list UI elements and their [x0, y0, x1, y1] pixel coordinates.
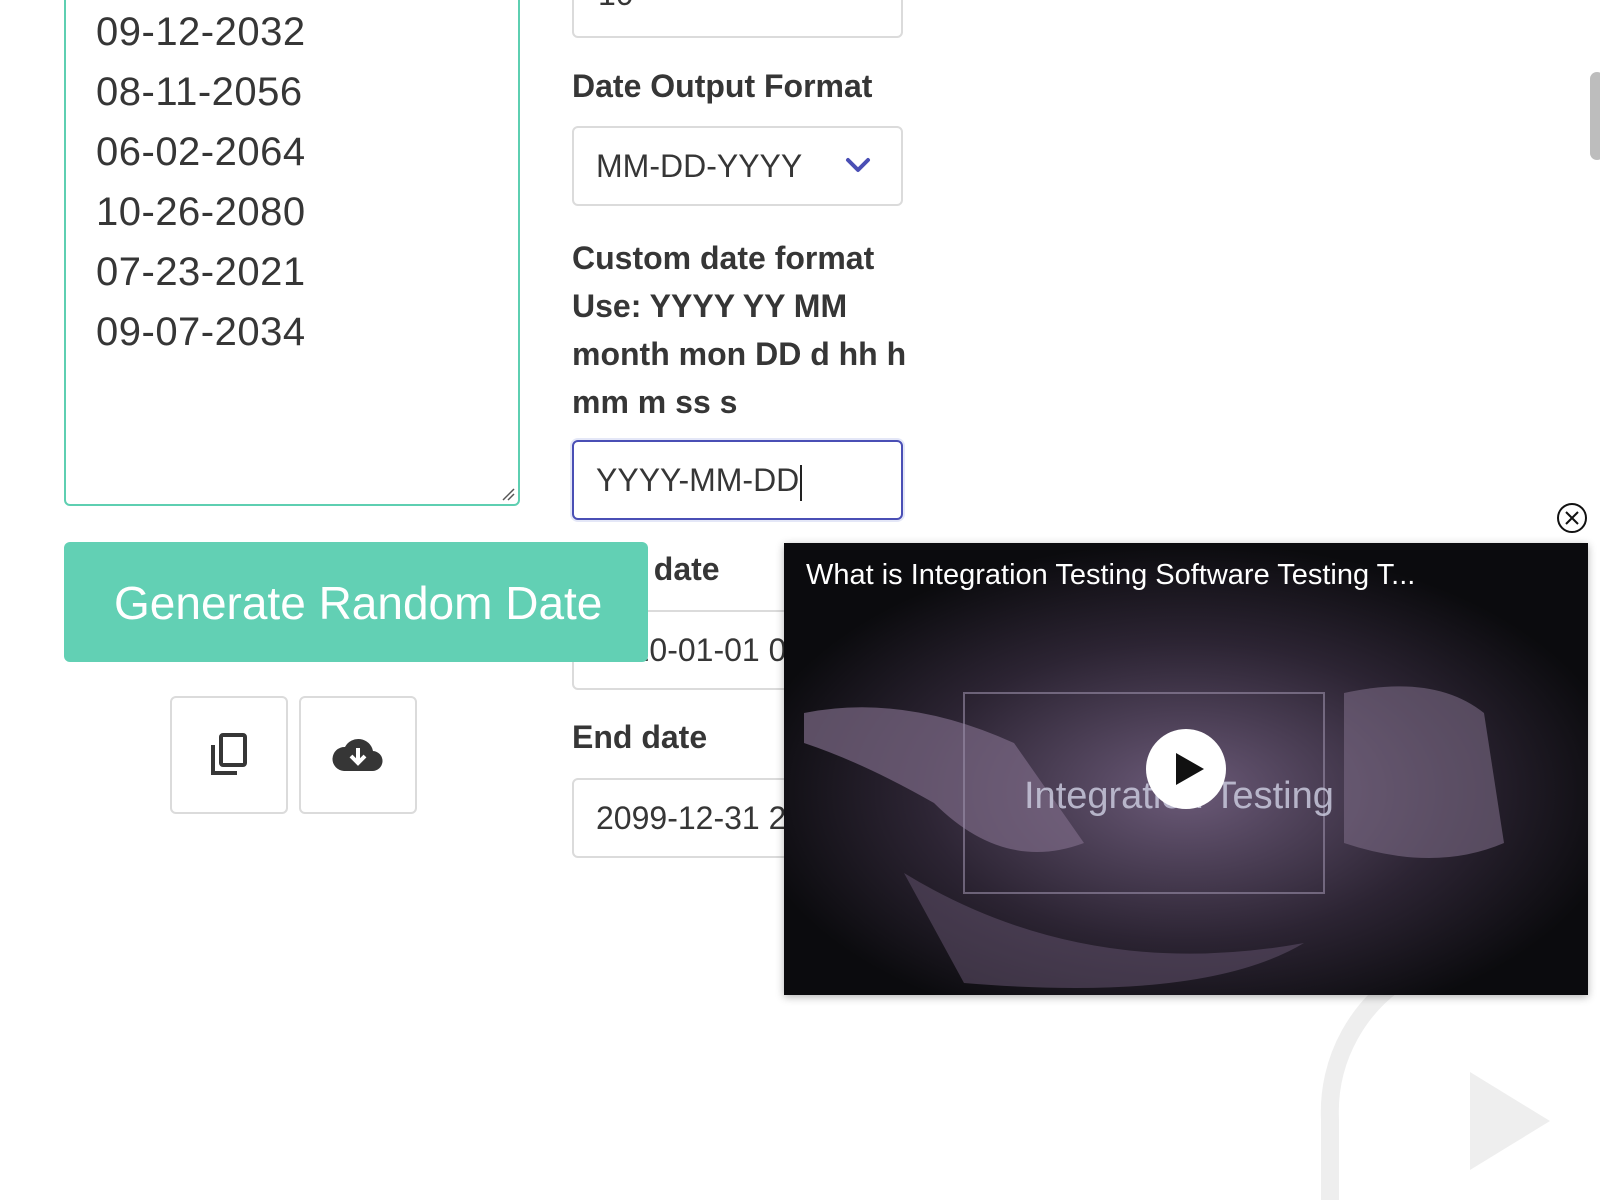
background-play-icon	[1320, 960, 1586, 1200]
generate-button-label: Generate Random Date	[114, 577, 603, 629]
output-line: 08-11-2056	[96, 70, 303, 114]
generate-random-date-button[interactable]: Generate Random Date	[64, 542, 648, 662]
copy-icon	[211, 733, 247, 775]
text-caret	[800, 464, 803, 501]
output-line: 07-23-2021	[96, 250, 306, 294]
end-date-label: End date	[572, 719, 708, 755]
custom-format-label: Custom date format Use: YYYY YY MM month…	[572, 234, 912, 426]
video-title: What is Integration Testing Software Tes…	[806, 559, 1416, 591]
count-input[interactable]: 10	[572, 0, 903, 38]
play-icon	[1176, 753, 1204, 785]
download-button[interactable]	[299, 696, 417, 814]
output-line: 09-12-2032	[96, 10, 306, 54]
resize-grip-icon[interactable]	[501, 487, 515, 501]
output-line: 10-26-2080	[96, 190, 306, 234]
close-icon[interactable]	[1556, 502, 1588, 534]
date-output-format-label: Date Output Format	[572, 68, 873, 104]
output-textarea[interactable]: 09-12-2032 08-11-2056 06-02-2064 10-26-2…	[64, 0, 520, 506]
count-value: 10	[598, 0, 634, 13]
page-scrollbar[interactable]	[1590, 72, 1600, 160]
custom-format-input[interactable]: YYYY-MM-DD	[572, 440, 903, 520]
play-button[interactable]	[1146, 729, 1226, 809]
date-output-format-value: MM-DD-YYYY	[596, 148, 803, 184]
date-output-format-select[interactable]: MM-DD-YYYY	[572, 126, 903, 206]
video-player[interactable]: Integration Testing What is Integration …	[784, 543, 1588, 995]
cloud-download-icon	[332, 738, 383, 772]
custom-format-help: Use: YYYY YY MM month mon DD d hh h mm m…	[572, 288, 907, 420]
chevron-down-icon	[846, 158, 870, 172]
custom-format-value: YYYY-MM-DD	[596, 462, 800, 498]
output-line: 06-02-2064	[96, 130, 306, 174]
custom-format-title: Custom date format	[572, 240, 875, 276]
output-line: 09-07-2034	[96, 310, 306, 354]
copy-button[interactable]	[170, 696, 288, 814]
